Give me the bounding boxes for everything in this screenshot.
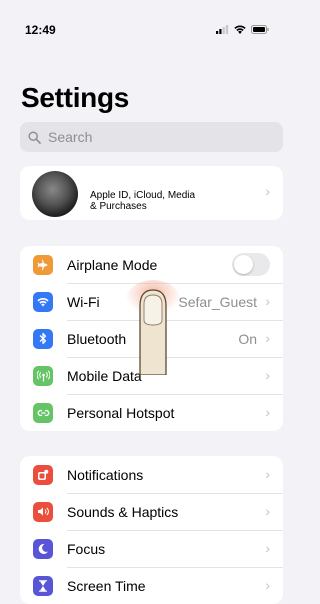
row-airplane-mode[interactable]: Airplane Mode — [20, 246, 283, 283]
airplane-mode-toggle[interactable] — [232, 253, 270, 276]
row-screen-time[interactable]: Screen Time › — [20, 567, 283, 604]
row-label: Wi-Fi — [67, 293, 100, 310]
notifications-icon — [33, 464, 53, 485]
avatar — [32, 171, 78, 217]
chevron-right-icon: › — [265, 577, 270, 593]
wifi-network-value: Sefar_Guest — [178, 293, 257, 310]
search-bar[interactable] — [20, 122, 283, 152]
row-bluetooth[interactable]: Bluetooth On › — [20, 320, 283, 357]
apple-id-subtitle-line1: Apple ID, iCloud, Media — [90, 190, 196, 201]
hotspot-icon — [33, 402, 53, 423]
status-icons — [216, 25, 269, 34]
row-label: Bluetooth — [67, 330, 127, 347]
status-bar: 12:49 — [0, 0, 291, 50]
chevron-right-icon: › — [265, 540, 270, 556]
cellular-signal-icon — [216, 25, 229, 34]
wifi-icon — [33, 291, 53, 312]
search-icon — [28, 130, 41, 144]
antenna-icon — [33, 365, 53, 386]
hourglass-icon — [33, 575, 53, 596]
airplane-icon — [33, 254, 53, 275]
bluetooth-icon — [33, 328, 53, 349]
apple-id-subtitle: Apple ID, iCloud, Media & Purchases — [90, 190, 250, 212]
row-label: Airplane Mode — [67, 256, 158, 273]
chevron-right-icon: › — [265, 503, 270, 519]
notifications-group: Notifications › Sounds & Haptics › Focus… — [20, 456, 283, 604]
battery-icon — [251, 25, 269, 34]
chevron-right-icon: › — [265, 367, 270, 383]
row-label: Sounds & Haptics — [67, 503, 179, 520]
row-label: Notifications — [67, 466, 144, 483]
row-label: Focus — [67, 540, 106, 557]
page-title: Settings — [21, 82, 130, 113]
connectivity-group: Airplane Mode Wi-Fi Sefar_Guest › Blueto… — [20, 246, 283, 431]
moon-icon — [33, 538, 53, 559]
row-label: Mobile Data — [67, 367, 142, 384]
speaker-icon — [33, 501, 53, 522]
row-personal-hotspot[interactable]: Personal Hotspot › — [20, 394, 283, 431]
chevron-right-icon: › — [265, 330, 270, 346]
row-sounds-haptics[interactable]: Sounds & Haptics › — [20, 493, 283, 530]
row-wifi[interactable]: Wi-Fi Sefar_Guest › — [20, 283, 283, 320]
apple-id-subtitle-line2: & Purchases — [90, 201, 147, 212]
apple-id-card[interactable]: Apple ID, iCloud, Media & Purchases › — [20, 166, 283, 220]
search-input[interactable] — [46, 128, 250, 146]
row-focus[interactable]: Focus › — [20, 530, 283, 567]
row-mobile-data[interactable]: Mobile Data › — [20, 357, 283, 394]
chevron-right-icon: › — [265, 183, 270, 199]
row-notifications[interactable]: Notifications › — [20, 456, 283, 493]
row-label: Personal Hotspot — [67, 404, 175, 421]
chevron-right-icon: › — [265, 293, 270, 309]
bluetooth-value: On — [238, 330, 257, 347]
status-time: 12:49 — [25, 23, 56, 37]
chevron-right-icon: › — [265, 404, 270, 420]
row-label: Screen Time — [67, 577, 146, 594]
wifi-status-icon — [234, 25, 246, 34]
chevron-right-icon: › — [265, 466, 270, 482]
